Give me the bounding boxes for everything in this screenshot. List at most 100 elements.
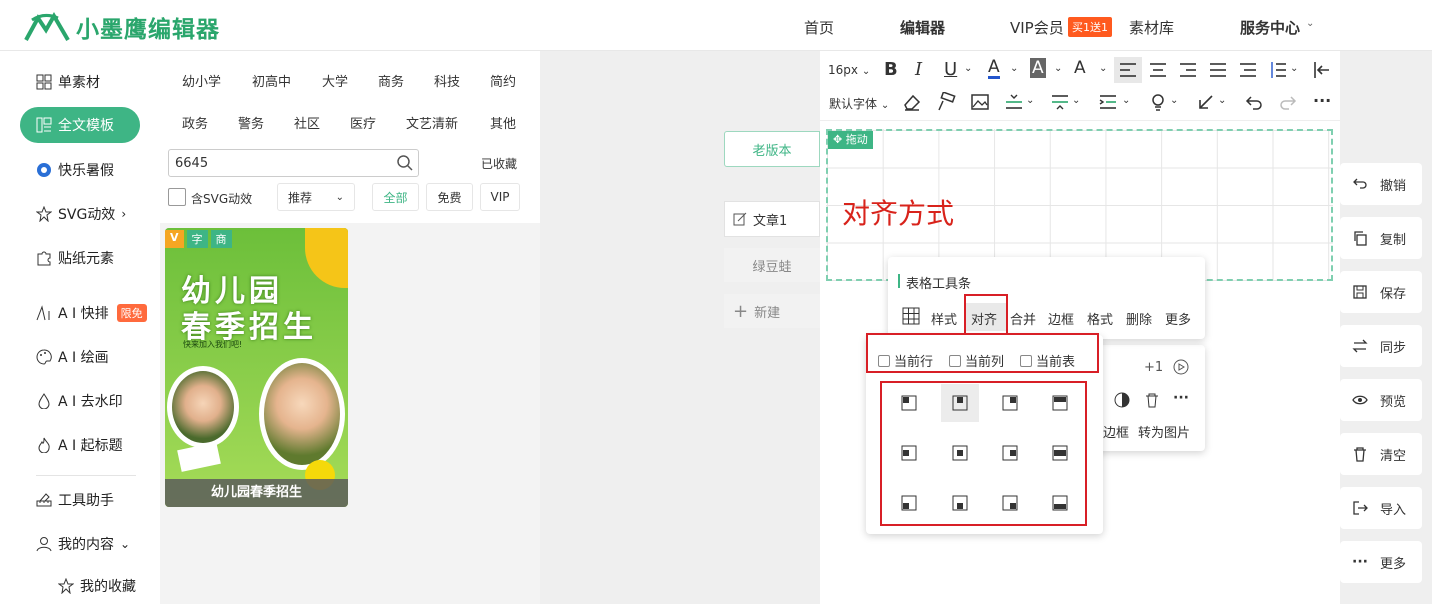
sidebar-item-sticker[interactable]: 贴纸元素 [36, 248, 114, 268]
sidebar-item-svg[interactable]: SVG动效 › [36, 204, 126, 224]
copy-button[interactable]: 复制 [1340, 217, 1422, 259]
line-height-icon[interactable] [1268, 60, 1288, 80]
arrow-icon[interactable] [1196, 92, 1216, 112]
align-middle-center-icon[interactable] [941, 434, 979, 472]
nav-library[interactable]: 素材库 [1129, 17, 1174, 38]
filter-free-button[interactable]: 免费 [426, 183, 473, 211]
preview-button[interactable]: 预览 [1340, 379, 1422, 421]
category-tab[interactable]: 大学 [322, 71, 348, 90]
chevron-down-icon[interactable]: ⌄ [1122, 95, 1130, 106]
nav-service[interactable]: 服务中心 [1240, 17, 1300, 38]
sort-select[interactable]: 推荐 ⌄ [277, 183, 355, 211]
category-tab[interactable]: 其他 [490, 113, 516, 132]
article-tab[interactable]: 文章1 [724, 201, 820, 237]
more-button[interactable]: ··· 更多 [1340, 541, 1422, 583]
sidebar-item-fav[interactable]: 我的收藏 [58, 576, 136, 596]
search-icon[interactable] [396, 154, 414, 172]
nav-editor[interactable]: 编辑器 [900, 17, 945, 38]
chevron-down-icon[interactable]: ⌄ [1099, 63, 1107, 74]
chevron-down-icon[interactable]: ⌄ [1072, 95, 1080, 106]
undo-button[interactable]: 撤销 [1340, 163, 1422, 205]
sidebar-item-ai-layout[interactable]: A I 快排 限免 [36, 303, 147, 323]
align-bottom-right-icon[interactable] [991, 484, 1029, 522]
sidebar-item-single[interactable]: 单素材 [36, 72, 100, 92]
new-article-button[interactable]: + 新建 [724, 294, 820, 328]
text-effect-icon[interactable]: A [1074, 58, 1086, 78]
collected-link[interactable]: 已收藏 [481, 155, 517, 172]
category-tab[interactable]: 文艺清新 [406, 113, 458, 132]
image-icon[interactable] [970, 92, 990, 112]
format-painter-icon[interactable] [936, 92, 956, 112]
spacing-after-icon[interactable] [1050, 92, 1070, 112]
sync-button[interactable]: 同步 [1340, 325, 1422, 367]
more-icon[interactable]: ··· [1313, 91, 1331, 110]
category-tab[interactable]: 社区 [294, 113, 320, 132]
save-button[interactable]: 保存 [1340, 271, 1422, 313]
old-version-button[interactable]: 老版本 [724, 131, 820, 167]
indent-icon[interactable] [1312, 60, 1332, 80]
category-tab[interactable]: 科技 [434, 71, 460, 90]
svg-filter-checkbox[interactable] [168, 188, 186, 206]
italic-icon[interactable]: I [915, 59, 922, 80]
underline-icon[interactable]: U [944, 59, 957, 80]
align-bottom-left-icon[interactable] [890, 484, 928, 522]
more-icon[interactable]: ··· [1173, 390, 1189, 406]
align-top-center-icon[interactable] [941, 384, 979, 422]
article-tab[interactable]: 绿豆蛙 [724, 248, 820, 282]
font-size-select[interactable]: 16px ⌄ [828, 63, 870, 77]
sidebar-item-full-template[interactable]: 全文模板 [20, 107, 140, 143]
font-color-icon[interactable]: A [988, 58, 1000, 79]
chevron-down-icon[interactable]: ⌄ [1170, 95, 1178, 106]
align-top-left-icon[interactable] [890, 384, 928, 422]
category-tab[interactable]: 医疗 [350, 113, 376, 132]
chevron-down-icon[interactable]: ⌄ [1026, 95, 1034, 106]
bold-icon[interactable]: B [884, 59, 898, 80]
filter-vip-button[interactable]: VIP [480, 183, 520, 211]
trash-icon[interactable] [1144, 392, 1160, 408]
category-tab[interactable]: 幼小学 [182, 71, 221, 90]
tt-border[interactable]: 边框 [1048, 309, 1074, 328]
tt-style[interactable]: 样式 [931, 309, 957, 328]
font-family-select[interactable]: 默认字体 ⌄ [829, 95, 889, 112]
play-circle-icon[interactable] [1173, 359, 1189, 375]
eraser-icon[interactable] [902, 92, 922, 112]
nav-home[interactable]: 首页 [804, 17, 834, 38]
brand-name[interactable]: 小墨鹰编辑器 [76, 10, 220, 44]
filter-all-button[interactable]: 全部 [372, 183, 419, 211]
align-left-icon[interactable] [1118, 60, 1138, 80]
highlight-color-icon[interactable]: A [1030, 58, 1046, 78]
tt-delete[interactable]: 删除 [1126, 309, 1152, 328]
canvas-title-text[interactable]: 对齐方式 [842, 192, 954, 232]
sidebar-item-summer[interactable]: 快乐暑假 [36, 160, 114, 180]
plus-one-label[interactable]: +1 [1144, 360, 1163, 375]
contrast-icon[interactable] [1114, 392, 1130, 408]
to-image-label[interactable]: 转为图片 [1138, 422, 1190, 441]
align-middle-full-icon[interactable] [1041, 434, 1079, 472]
align-center-icon[interactable] [1148, 60, 1168, 80]
bulb-icon[interactable] [1148, 92, 1168, 112]
align-right-icon[interactable] [1178, 60, 1198, 80]
nav-vip[interactable]: VIP会员 [1010, 17, 1064, 38]
table-icon[interactable] [902, 307, 920, 325]
chevron-down-icon[interactable]: ⌄ [1054, 63, 1062, 74]
align-bottom-full-icon[interactable] [1041, 484, 1079, 522]
sidebar-item-mine[interactable]: 我的内容 ⌄ [36, 534, 130, 554]
category-tab[interactable]: 初高中 [252, 71, 291, 90]
chevron-down-icon[interactable]: ⌄ [1218, 95, 1226, 106]
chevron-down-icon[interactable]: ⌄ [1290, 63, 1298, 74]
chevron-down-icon[interactable]: ⌄ [1010, 63, 1018, 74]
tt-more[interactable]: 更多 [1165, 309, 1191, 328]
category-tab[interactable]: 简约 [490, 71, 516, 90]
tt-merge[interactable]: 合并 [1010, 309, 1036, 328]
category-tab[interactable]: 商务 [378, 71, 404, 90]
sidebar-item-tools[interactable]: 工具助手 [36, 490, 114, 510]
clear-button[interactable]: 清空 [1340, 433, 1422, 475]
category-tab[interactable]: 警务 [238, 113, 264, 132]
chevron-down-icon[interactable]: ⌄ [964, 63, 972, 74]
search-input[interactable] [175, 153, 385, 173]
justify-icon[interactable] [1208, 60, 1228, 80]
spacing-before-icon[interactable] [1004, 92, 1024, 112]
align-bottom-center-icon[interactable] [941, 484, 979, 522]
category-tab[interactable]: 政务 [182, 113, 208, 132]
border-label[interactable]: 边框 [1103, 422, 1129, 441]
